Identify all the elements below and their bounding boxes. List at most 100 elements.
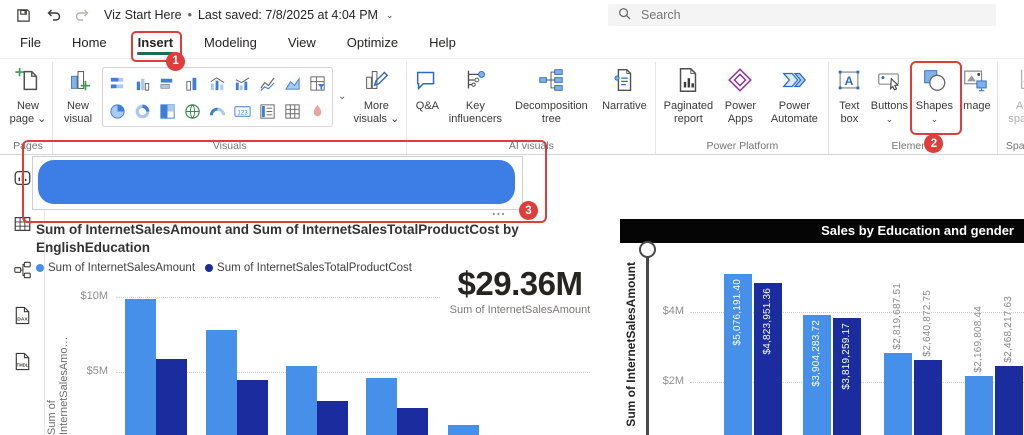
ribbon-button-add-a-sparkline[interactable]: Add a sparkline xyxy=(1001,64,1024,128)
legend-item-salesamount[interactable]: Sum of InternetSalesAmount xyxy=(36,262,195,274)
line-chart-icon[interactable] xyxy=(255,69,280,97)
column-chart-icon[interactable] xyxy=(180,69,205,97)
left-chart-bar-light-5[interactable] xyxy=(448,425,479,435)
pie-chart-icon[interactable] xyxy=(105,97,130,125)
menu-tab-modeling[interactable]: Modeling xyxy=(202,33,259,56)
legend-label-light: Sum of InternetSalesAmount xyxy=(48,262,195,274)
left-chart-bar-dark-3[interactable] xyxy=(317,401,348,435)
narrative-icon xyxy=(610,66,638,99)
visuals-gallery: 123 xyxy=(102,67,333,127)
gallery-chevron-down-icon[interactable]: ⌄ xyxy=(335,91,349,102)
ribbon-button-label: Paginated report xyxy=(660,100,716,126)
menu-tab-home[interactable]: Home xyxy=(70,33,109,56)
search-input[interactable] xyxy=(639,7,943,23)
menu-tab-file[interactable]: File xyxy=(18,33,43,56)
new-visual-icon xyxy=(64,66,92,99)
left-ytick-10m: $10M xyxy=(70,290,108,302)
right-chart-bar-light-4[interactable] xyxy=(965,376,993,435)
ribbon-button-power-apps[interactable]: Power Apps xyxy=(717,64,763,128)
annotation-box-shapes xyxy=(910,61,962,135)
card-caption: Sum of InternetSalesAmount xyxy=(440,304,600,316)
ribbon-button-new-page[interactable]: New page ⌄ xyxy=(7,64,49,128)
paginated-report-icon xyxy=(674,66,702,99)
ribbon-button-label: Text box xyxy=(833,100,865,126)
new-page-icon xyxy=(14,66,42,99)
right-chart-bar-dark-3[interactable] xyxy=(914,360,942,435)
powerbi-window: Viz Start Here • Last saved: 7/8/2025 at… xyxy=(0,0,1024,435)
ribbon-button-narrative[interactable]: Narrative xyxy=(596,64,652,115)
left-chart-bar-dark-1[interactable] xyxy=(156,359,187,435)
svg-text:A: A xyxy=(845,74,854,88)
right-chart-bar-label: $2,169,808.44 xyxy=(973,306,984,373)
annotation-box-shape-canvas xyxy=(22,140,547,223)
multi-row-card-icon[interactable] xyxy=(255,97,280,125)
save-icon[interactable] xyxy=(14,6,32,24)
clustered-column-chart-icon[interactable] xyxy=(130,69,155,97)
slicer-icon[interactable] xyxy=(305,97,330,125)
last-saved-text: Last saved: 7/8/2025 at 4:04 PM xyxy=(198,8,378,22)
search-box[interactable] xyxy=(608,4,996,26)
search-icon xyxy=(618,7,631,23)
undo-icon[interactable] xyxy=(44,6,62,24)
sidebar-item-model-view[interactable] xyxy=(7,259,37,285)
menu-tab-help[interactable]: Help xyxy=(427,33,458,56)
redo-icon[interactable] xyxy=(74,6,92,24)
donut-chart-icon[interactable] xyxy=(130,97,155,125)
right-chart-bar-dark-4[interactable] xyxy=(995,366,1023,435)
ribbon-button-q-a[interactable]: Q&A xyxy=(410,64,444,115)
menu-tab-optimize[interactable]: Optimize xyxy=(345,33,400,56)
ribbon-button-label: Buttons xyxy=(871,100,908,113)
right-chart-bar-label: $3,904,283.72 xyxy=(811,320,822,387)
slider-handle[interactable] xyxy=(639,241,656,258)
title-chevron-icon[interactable]: ⌄ xyxy=(386,10,394,21)
menu-tab-view[interactable]: View xyxy=(286,33,318,56)
ribbon-button-new-visual[interactable]: New visual xyxy=(56,64,100,128)
left-chart-bar-light-3[interactable] xyxy=(286,366,317,435)
line-and-clustered-column-chart-icon[interactable] xyxy=(230,69,255,97)
stacked-column-chart-icon[interactable] xyxy=(155,69,180,97)
ribbon-button-image[interactable]: Image xyxy=(956,64,994,115)
left-chart-bar-light-2[interactable] xyxy=(206,330,237,435)
legend-dot-light xyxy=(36,264,44,272)
qa-icon xyxy=(413,66,441,99)
slider-track[interactable] xyxy=(646,252,649,435)
right-chart-bar-label: $2,819,687.51 xyxy=(892,283,903,350)
gauge-icon[interactable] xyxy=(205,97,230,125)
ribbon-button-text-box[interactable]: A Text box xyxy=(832,64,866,128)
left-chart-bar-dark-4[interactable] xyxy=(397,408,428,435)
svg-text:DAX: DAX xyxy=(17,316,28,322)
ribbon-button-paginated-report[interactable]: Paginated report xyxy=(659,64,717,128)
dax-query-view-icon: DAX xyxy=(12,305,33,331)
funnel-chart-icon[interactable] xyxy=(305,69,330,97)
treemap-icon[interactable] xyxy=(155,97,180,125)
svg-text:TMDL: TMDL xyxy=(16,362,28,367)
ribbon-button-buttons[interactable]: Buttons ⌄ xyxy=(866,64,912,126)
title-separator: • xyxy=(188,8,192,22)
card-value: $29.36M xyxy=(440,266,600,302)
line-and-stacked-column-chart-icon[interactable] xyxy=(205,69,230,97)
left-chart-bar-light-1[interactable] xyxy=(125,299,156,435)
ribbon-button-more-visuals[interactable]: More visuals ⌄ xyxy=(349,64,403,128)
chevron-down-icon[interactable]: ⌄ xyxy=(886,115,894,124)
matrix-icon[interactable] xyxy=(280,97,305,125)
ribbon-button-decomposition-tree[interactable]: Decomposition tree xyxy=(506,64,596,128)
right-chart-bar-light-3[interactable] xyxy=(884,353,912,435)
sidebar-item-tmdl-view[interactable]: TMDL xyxy=(7,351,37,377)
legend-item-productcost[interactable]: Sum of InternetSalesTotalProductCost xyxy=(205,262,412,274)
map-icon[interactable] xyxy=(180,97,205,125)
left-chart-yaxis-title: Sum of InternetSalesAmo… xyxy=(46,308,70,435)
left-chart-bar-light-4[interactable] xyxy=(366,378,397,435)
ribbon-group-label: Power Platform xyxy=(656,140,828,152)
left-chart-bar-dark-2[interactable] xyxy=(237,380,268,435)
ribbon-button-label: Power Apps xyxy=(718,100,762,126)
image-icon xyxy=(961,66,989,99)
area-chart-icon[interactable] xyxy=(280,69,305,97)
right-chart-bar-label: $5,076,191.40 xyxy=(732,279,743,346)
stacked-bar-chart-icon[interactable] xyxy=(105,69,130,97)
right-ytick-4m: $4M xyxy=(656,305,684,317)
card-visual[interactable]: $29.36M Sum of InternetSalesAmount xyxy=(440,266,600,332)
sidebar-item-dax-query-view[interactable]: DAX xyxy=(7,305,37,331)
card-icon[interactable]: 123 xyxy=(230,97,255,125)
ribbon-button-key-influencers[interactable]: Key influencers xyxy=(444,64,506,128)
ribbon-button-power-automate[interactable]: Power Automate xyxy=(763,64,825,128)
